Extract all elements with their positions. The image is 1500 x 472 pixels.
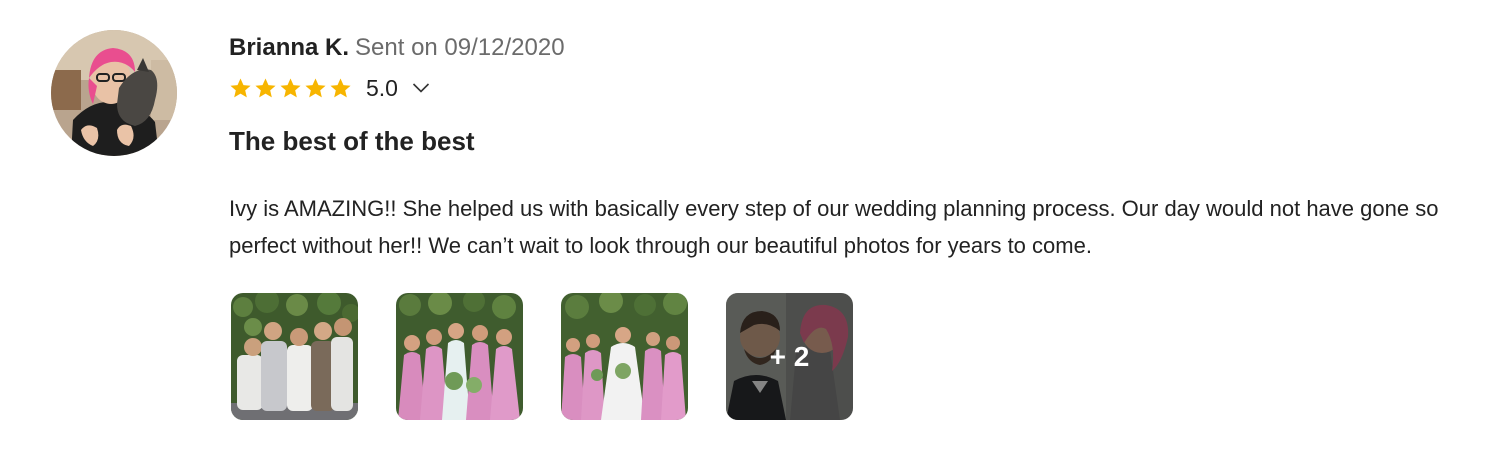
review-photo-more[interactable]: + 2 — [726, 293, 853, 420]
review-photo-3[interactable] — [561, 293, 688, 420]
review-photo-2[interactable] — [396, 293, 523, 420]
review-photo-1[interactable] — [231, 293, 358, 420]
sent-date: Sent on 09/12/2020 — [355, 34, 565, 61]
review-card: Brianna K. Sent on 09/12/2020 5.0 The bes… — [0, 0, 1500, 472]
chevron-down-icon[interactable] — [412, 82, 430, 94]
star-icon — [230, 77, 251, 97]
review-photos: + 2 — [231, 293, 853, 420]
star-rating — [229, 77, 352, 100]
review-header: Brianna K. Sent on 09/12/2020 — [229, 33, 565, 63]
star-icon — [330, 77, 351, 97]
star-icon — [280, 77, 301, 97]
review-title: The best of the best — [229, 126, 475, 156]
star-icon — [305, 77, 326, 97]
more-photos-count[interactable]: + 2 — [726, 293, 853, 420]
rating-value: 5.0 — [366, 74, 398, 101]
rating: 5.0 — [229, 73, 430, 103]
reviewer-name[interactable]: Brianna K. — [229, 34, 349, 61]
review-body: Ivy is AMAZING!! She helped us with basi… — [229, 196, 1439, 258]
star-icon — [255, 77, 276, 97]
avatar[interactable] — [51, 30, 177, 156]
